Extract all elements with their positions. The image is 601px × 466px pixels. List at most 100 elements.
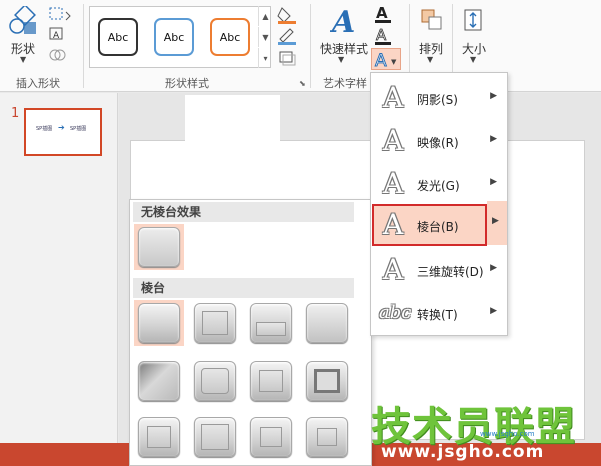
shape-style-blue[interactable]: Abc [154, 18, 194, 56]
menu-item-3d-rotation[interactable]: A 三维旋转(D) ▶ [373, 249, 505, 291]
bevel-option-art-deco[interactable] [302, 414, 352, 460]
menu-item-label: 阴影(S) [417, 93, 458, 107]
menu-item-glow[interactable]: A 发光(G) ▶ [373, 163, 505, 205]
shape-style-black[interactable]: Abc [98, 18, 138, 56]
merge-shapes-icon[interactable] [48, 47, 74, 63]
bevel-swatch [194, 361, 236, 401]
bevel-option-convex[interactable] [246, 358, 296, 404]
bevel-swatch [138, 417, 180, 457]
text-box-icon[interactable]: A [48, 26, 74, 42]
shape-fill-icon[interactable] [276, 6, 300, 24]
svg-text:A: A [53, 31, 60, 41]
gallery-scroll-up[interactable]: ▲ [258, 6, 272, 26]
quick-styles-icon[interactable]: A [330, 4, 360, 38]
menu-item-bevel[interactable]: A 棱台(B) [372, 204, 487, 246]
bevel-option-cool-slant[interactable] [302, 300, 352, 346]
bevel-option-cross[interactable] [246, 300, 296, 346]
menu-item-label: 棱台(B) [417, 220, 459, 234]
text-effects-icon: A ▼ [375, 51, 398, 72]
shape-style-gallery: Abc Abc Abc [89, 6, 271, 68]
chevron-down-icon[interactable]: ▼ [427, 55, 433, 64]
svg-text:A: A [376, 4, 388, 22]
menu-item-shadow[interactable]: A 阴影(S) ▶ [373, 77, 505, 119]
submenu-arrow-icon: ▶ [492, 216, 499, 226]
insert-shapes-group-label: 插入形状 [16, 77, 60, 90]
text-placeholder [185, 95, 280, 147]
chevron-down-icon[interactable]: ▼ [338, 55, 344, 64]
shape-outline-icon[interactable] [276, 27, 300, 45]
watermark-url: www.jsgho.com [381, 442, 545, 462]
menu-item-transform[interactable]: abc 转换(T) ▶ [373, 292, 505, 334]
bevel-option-riblet[interactable] [190, 414, 240, 460]
submenu-arrow-icon: ▶ [490, 177, 497, 187]
bevel-swatch [194, 303, 236, 343]
svg-text:A: A [375, 51, 387, 69]
shape-effects-icon[interactable] [276, 48, 300, 66]
group-separator [83, 4, 84, 88]
submenu-arrow-icon: ▶ [490, 91, 497, 101]
text-effects-button[interactable]: A ▼ [371, 48, 401, 72]
bevel-gallery-panel: 无棱台效果 棱台 [129, 199, 372, 466]
submenu-arrow-icon: ▶ [490, 263, 497, 273]
submenu-arrow-icon: ▶ [490, 306, 497, 316]
bevel-swatch [306, 417, 348, 457]
text-fill-icon[interactable]: A [373, 4, 395, 24]
watermark-small-url: www.jsgho.com [480, 430, 535, 438]
text-effect-abc-icon: abc [379, 302, 412, 323]
slide-thumbnail-pane: 1 SP插图 ➔ SP插图 [0, 93, 118, 443]
bevel-section-header: 棱台 [133, 278, 354, 298]
bevel-swatch [138, 361, 180, 401]
bevel-option-none[interactable] [134, 224, 184, 270]
svg-text:A: A [330, 5, 355, 38]
text-effect-A-icon: A [383, 81, 404, 114]
chevron-down-icon[interactable]: ▼ [470, 55, 476, 64]
shape-styles-group-label: 形状样式 [165, 77, 209, 90]
bevel-submenu-arrow[interactable]: ▶ [487, 201, 507, 245]
edit-shape-icon[interactable] [48, 6, 74, 22]
bevel-option-relaxed-inset[interactable] [190, 300, 240, 346]
group-separator [310, 4, 311, 88]
menu-item-label: 映像(R) [417, 136, 459, 150]
bevel-option-divot[interactable] [134, 414, 184, 460]
slide-thumbnail[interactable]: SP插图 ➔ SP插图 [24, 108, 102, 156]
gallery-scroll-down[interactable]: ▼ [258, 27, 272, 47]
menu-item-label: 发光(G) [417, 179, 460, 193]
menu-item-label: 三维旋转(D) [417, 265, 484, 279]
slide-number: 1 [11, 106, 20, 121]
text-effect-A-icon: A [383, 208, 404, 241]
art-text-group-label: 艺术字样 [323, 77, 367, 90]
shapes-icon[interactable] [8, 6, 44, 38]
menu-item-reflection[interactable]: A 映像(R) ▶ [373, 120, 505, 162]
bevel-swatch [306, 303, 348, 343]
submenu-arrow-icon: ▶ [490, 134, 497, 144]
bevel-option-slope[interactable] [302, 358, 352, 404]
no-bevel-section-header: 无棱台效果 [133, 202, 354, 222]
svg-text:A: A [376, 26, 387, 44]
bevel-option-angle[interactable] [134, 358, 184, 404]
bevel-swatch [250, 303, 292, 343]
gallery-more[interactable]: ▾ [258, 48, 272, 68]
bevel-option-hard-edge[interactable] [246, 414, 296, 460]
bevel-swatch [306, 361, 348, 401]
chevron-down-icon[interactable]: ▼ [20, 55, 26, 64]
dialog-launcher-icon[interactable]: ⬊ [299, 79, 306, 88]
bevel-swatch [250, 417, 292, 457]
bevel-swatch [194, 417, 236, 457]
thumbnail-text-right: SP插图 [70, 126, 87, 132]
shape-style-orange[interactable]: Abc [210, 18, 250, 56]
bevel-none-swatch [138, 227, 180, 267]
bevel-option-soft-round[interactable] [190, 358, 240, 404]
text-effect-A-icon: A [383, 253, 404, 286]
bevel-swatch [138, 303, 180, 343]
ribbon: 形状 ▼ A 插入形状 Abc Abc Abc ▲ ▼ ▾ 形状样式 ⬊ A 快… [0, 0, 601, 92]
bevel-swatch [250, 361, 292, 401]
menu-item-label: 转换(T) [417, 308, 458, 322]
bevel-option-circle[interactable] [134, 300, 184, 346]
arrange-icon[interactable] [420, 8, 444, 32]
text-outline-icon[interactable]: A [373, 26, 395, 46]
arrow-right-icon: ➔ [58, 123, 65, 132]
text-effect-A-icon: A [383, 167, 404, 200]
thumbnail-text-left: SP插图 [36, 126, 53, 132]
size-icon[interactable] [462, 8, 486, 32]
svg-text:▼: ▼ [391, 58, 397, 66]
